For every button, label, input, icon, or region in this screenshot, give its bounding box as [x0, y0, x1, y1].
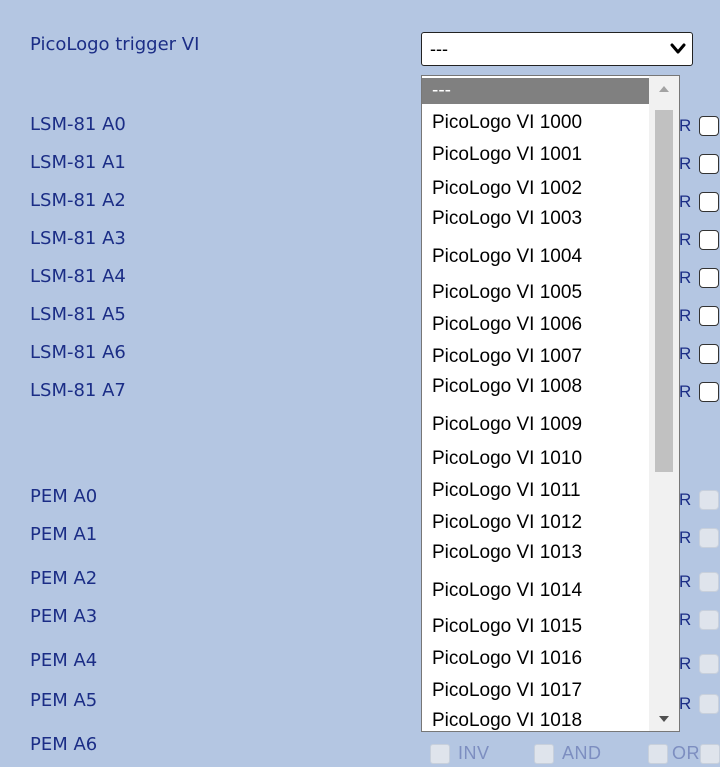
or-label: OR	[672, 743, 700, 763]
lsm-row-checkbox[interactable]	[699, 344, 719, 364]
trigger-dropdown-list[interactable]: --- PicoLogo VI 1000 PicoLogo VI 1001 Pi…	[421, 75, 680, 732]
lsm-row-label: LSM-81 A3	[30, 228, 126, 249]
dropdown-option[interactable]: PicoLogo VI 1011	[422, 478, 650, 504]
lsm-row-checkbox[interactable]	[699, 154, 719, 174]
lsm-row-label: LSM-81 A1	[30, 152, 126, 173]
chevron-down-icon	[670, 43, 686, 54]
lsm-row-label: LSM-81 A6	[30, 342, 126, 363]
pem-row-checkbox[interactable]	[699, 610, 719, 630]
scroll-down-button[interactable]	[649, 707, 679, 731]
pem-a6-options: INV AND OR	[430, 742, 720, 767]
lsm-row-checkbox[interactable]	[699, 382, 719, 402]
dropdown-option[interactable]: PicoLogo VI 1012	[422, 510, 650, 536]
dropdown-option[interactable]: PicoLogo VI 1008	[422, 374, 650, 400]
row-option-fragment: R	[679, 654, 692, 673]
lsm-row-checkbox[interactable]	[699, 116, 719, 136]
pem-row-label: PEM A0	[30, 486, 98, 507]
pem-row-label: PEM A3	[30, 606, 98, 627]
row-option-fragment: R	[679, 230, 692, 249]
and-label: AND	[562, 743, 602, 763]
pem-row-label: PEM A5	[30, 690, 98, 711]
dropdown-option[interactable]: PicoLogo VI 1007	[422, 344, 650, 370]
dropdown-option[interactable]: PicoLogo VI 1016	[422, 646, 650, 672]
pem-row-label: PEM A1	[30, 524, 98, 545]
trigger-select[interactable]: ---	[421, 32, 693, 66]
pem-row-label: PEM A4	[30, 650, 98, 671]
pem-row-checkbox[interactable]	[699, 694, 719, 714]
dropdown-option[interactable]: PicoLogo VI 1003	[422, 206, 650, 232]
dropdown-option[interactable]: PicoLogo VI 1005	[422, 280, 650, 306]
extra-checkbox[interactable]	[700, 744, 720, 764]
lsm-row-label: LSM-81 A0	[30, 114, 126, 135]
lsm-row-checkbox[interactable]	[699, 230, 719, 250]
inv-checkbox[interactable]	[430, 744, 450, 764]
dropdown-option[interactable]: PicoLogo VI 1002	[422, 176, 650, 202]
dropdown-option[interactable]: PicoLogo VI 1000	[422, 110, 650, 136]
scrollbar-thumb[interactable]	[655, 110, 673, 472]
row-option-fragment: R	[679, 268, 692, 287]
scroll-up-button[interactable]	[649, 76, 679, 100]
row-option-fragment: R	[679, 382, 692, 401]
lsm-row-label: LSM-81 A4	[30, 266, 126, 287]
triangle-down-icon	[659, 715, 669, 722]
row-option-fragment: R	[679, 306, 692, 325]
triangle-up-icon	[659, 85, 669, 92]
row-option-fragment: R	[679, 490, 692, 509]
or-checkbox[interactable]	[648, 744, 668, 764]
pem-row-checkbox[interactable]	[699, 490, 719, 510]
pem-row-label: PEM A6	[30, 734, 98, 755]
dropdown-scrollbar[interactable]	[649, 76, 679, 731]
lsm-row-checkbox[interactable]	[699, 192, 719, 212]
trigger-label: PicoLogo trigger VI	[30, 34, 200, 55]
inv-label: INV	[458, 743, 490, 763]
pem-row-checkbox[interactable]	[699, 654, 719, 674]
row-option-fragment: R	[679, 154, 692, 173]
row-option-fragment: R	[679, 572, 692, 591]
dropdown-option[interactable]: PicoLogo VI 1006	[422, 312, 650, 338]
row-option-fragment: R	[679, 694, 692, 713]
dropdown-option[interactable]: PicoLogo VI 1004	[422, 244, 650, 270]
lsm-row-checkbox[interactable]	[699, 268, 719, 288]
dropdown-option[interactable]: PicoLogo VI 1018	[422, 708, 650, 731]
dropdown-option[interactable]: ---	[422, 78, 650, 104]
row-option-fragment: R	[679, 344, 692, 363]
trigger-select-value: ---	[430, 39, 448, 59]
dropdown-option[interactable]: PicoLogo VI 1015	[422, 614, 650, 640]
dropdown-option[interactable]: PicoLogo VI 1010	[422, 446, 650, 472]
pem-row-checkbox[interactable]	[699, 572, 719, 592]
row-option-fragment: R	[679, 528, 692, 547]
row-option-fragment: R	[679, 610, 692, 629]
row-option-fragment: R	[679, 116, 692, 135]
lsm-row-label: LSM-81 A2	[30, 190, 126, 211]
dropdown-option[interactable]: PicoLogo VI 1013	[422, 540, 650, 566]
dropdown-option[interactable]: PicoLogo VI 1017	[422, 678, 650, 704]
row-option-fragment: R	[679, 192, 692, 211]
lsm-row-label: LSM-81 A7	[30, 380, 126, 401]
pem-row-label: PEM A2	[30, 568, 98, 589]
dropdown-option[interactable]: PicoLogo VI 1009	[422, 412, 650, 438]
dropdown-option[interactable]: PicoLogo VI 1014	[422, 578, 650, 604]
lsm-row-label: LSM-81 A5	[30, 304, 126, 325]
dropdown-option[interactable]: PicoLogo VI 1001	[422, 142, 650, 168]
pem-row-checkbox[interactable]	[699, 528, 719, 548]
and-checkbox[interactable]	[534, 744, 554, 764]
lsm-row-checkbox[interactable]	[699, 306, 719, 326]
